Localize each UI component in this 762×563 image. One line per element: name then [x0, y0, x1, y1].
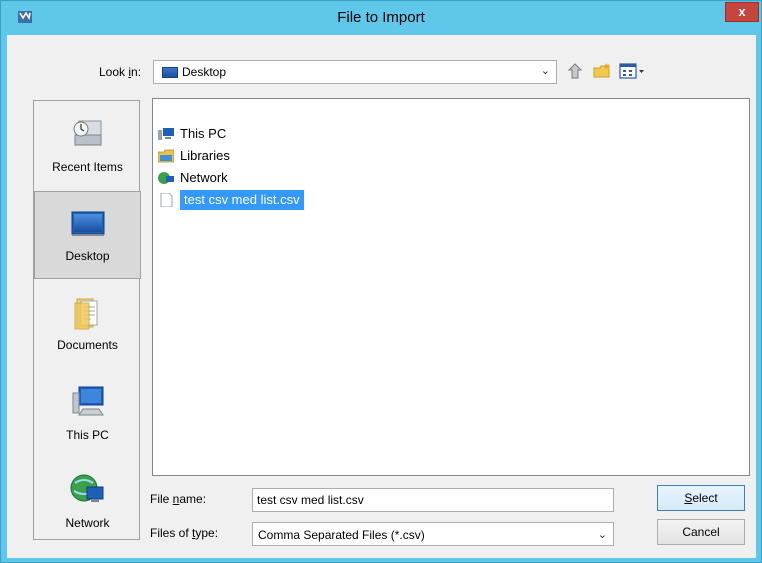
place-label: Desktop — [65, 249, 110, 263]
chevron-down-icon: ⌄ — [597, 529, 607, 541]
recent-items-icon — [73, 120, 102, 146]
cancel-button[interactable]: Cancel — [657, 519, 745, 545]
file-name-text: Libraries — [180, 148, 230, 163]
place-label: Documents — [57, 338, 118, 352]
new-folder-icon[interactable] — [593, 62, 611, 80]
place-label: Network — [65, 516, 110, 530]
this-pc-icon — [72, 386, 104, 416]
look-in-dropdown[interactable]: Desktop ⌄ — [153, 60, 557, 84]
look-in-label: Look in: — [99, 65, 142, 79]
file-name-text: This PC — [180, 126, 227, 141]
title-bar[interactable]: File to Import x — [1, 1, 761, 35]
file-name-text: Network — [180, 170, 228, 185]
file-name-input[interactable]: test csv med list.csv — [252, 488, 614, 512]
file-type-value: Comma Separated Files (*.csv) — [258, 528, 425, 542]
place-recent-items[interactable]: Recent Items — [35, 103, 140, 191]
list-item-selected[interactable]: test csv med list.csv — [156, 190, 304, 210]
look-in-value: Desktop — [182, 65, 227, 79]
view-menu-icon[interactable] — [619, 62, 647, 80]
list-item[interactable]: This PC — [156, 124, 226, 144]
close-button[interactable]: x — [725, 2, 759, 22]
network-icon — [70, 474, 104, 502]
file-name-text: test csv med list.csv — [180, 190, 304, 210]
list-item[interactable]: Libraries — [156, 146, 230, 166]
places-bar: Recent Items Desktop Documents This PC N… — [33, 100, 141, 540]
place-network[interactable]: Network — [35, 459, 140, 547]
network-icon — [158, 172, 174, 184]
place-documents[interactable]: Documents — [35, 281, 140, 369]
this-pc-icon — [158, 128, 174, 140]
up-one-level-icon[interactable] — [567, 62, 585, 80]
csv-file-icon — [160, 193, 173, 207]
file-import-dialog: File to Import x Look in: Desktop ⌄ Rece… — [0, 0, 762, 563]
place-label: This PC — [66, 428, 109, 442]
list-item[interactable]: Network — [156, 168, 228, 188]
file-type-label: Files of type: — [150, 526, 219, 540]
place-label: Recent Items — [52, 160, 123, 174]
desktop-icon — [71, 211, 105, 236]
window-title: File to Import — [337, 9, 425, 26]
file-type-dropdown[interactable]: Comma Separated Files (*.csv) ⌄ — [252, 522, 614, 546]
file-name-label: File name: — [150, 492, 207, 506]
documents-icon — [74, 298, 98, 330]
file-list[interactable]: This PC Libraries Network test csv med l… — [152, 98, 750, 476]
chevron-down-icon: ⌄ — [540, 65, 550, 77]
place-this-pc[interactable]: This PC — [35, 371, 140, 459]
libraries-icon — [158, 149, 174, 163]
place-desktop[interactable]: Desktop — [34, 191, 141, 279]
select-button[interactable]: Select — [657, 485, 745, 511]
dialog-body: Look in: Desktop ⌄ Recent Items Desktop … — [7, 35, 756, 558]
desktop-icon — [162, 67, 178, 78]
